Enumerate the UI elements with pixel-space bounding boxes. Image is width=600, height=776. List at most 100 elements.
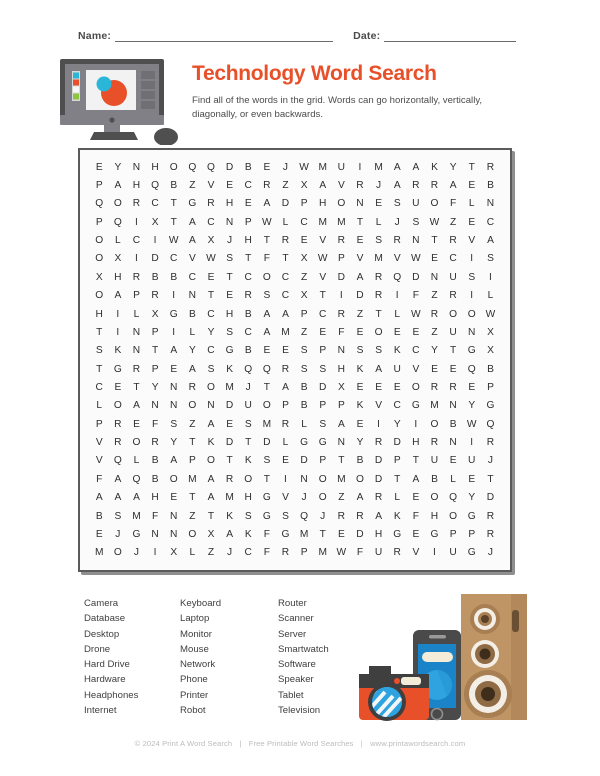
grid-cell[interactable]: J xyxy=(481,544,500,562)
grid-cell[interactable]: Q xyxy=(444,488,463,506)
grid-cell[interactable]: B xyxy=(146,268,165,286)
grid-cell[interactable]: R xyxy=(202,195,221,213)
grid-cell[interactable]: G xyxy=(165,305,184,323)
grid-cell[interactable]: G xyxy=(314,433,333,451)
grid-cell[interactable]: R xyxy=(388,231,407,249)
grid-cell[interactable]: E xyxy=(463,470,482,488)
grid-cell[interactable]: X xyxy=(202,231,221,249)
grid-cell[interactable]: G xyxy=(258,488,277,506)
grid-cell[interactable]: D xyxy=(314,378,333,396)
grid-cell[interactable]: E xyxy=(220,415,239,433)
grid-cell[interactable]: E xyxy=(351,378,370,396)
grid-cell[interactable]: L xyxy=(183,323,202,341)
grid-cell[interactable]: N xyxy=(165,397,184,415)
grid-cell[interactable]: X xyxy=(295,176,314,194)
grid-cell[interactable]: A xyxy=(314,176,333,194)
grid-cell[interactable]: L xyxy=(369,213,388,231)
grid-cell[interactable]: P xyxy=(146,360,165,378)
grid-cell[interactable]: R xyxy=(127,360,146,378)
grid-cell[interactable]: T xyxy=(463,158,482,176)
word-list-item[interactable]: Database xyxy=(84,611,180,626)
grid-cell[interactable]: D xyxy=(481,488,500,506)
grid-cell[interactable]: N xyxy=(165,507,184,525)
grid-cell[interactable]: R xyxy=(127,268,146,286)
grid-cell[interactable]: X xyxy=(109,250,128,268)
grid-cell[interactable]: M xyxy=(332,470,351,488)
grid-cell[interactable]: O xyxy=(258,397,277,415)
grid-cell[interactable]: W xyxy=(407,250,426,268)
grid-cell[interactable]: B xyxy=(183,305,202,323)
grid-cell[interactable]: I xyxy=(276,470,295,488)
grid-cell[interactable]: P xyxy=(314,452,333,470)
grid-cell[interactable]: R xyxy=(425,378,444,396)
grid-cell[interactable]: S xyxy=(481,250,500,268)
name-input-line[interactable] xyxy=(115,31,334,42)
grid-cell[interactable]: D xyxy=(220,397,239,415)
grid-cell[interactable]: S xyxy=(369,342,388,360)
grid-cell[interactable]: Q xyxy=(295,507,314,525)
grid-cell[interactable]: N xyxy=(127,342,146,360)
grid-cell[interactable]: W xyxy=(332,544,351,562)
grid-cell[interactable]: Z xyxy=(295,323,314,341)
grid-cell[interactable]: C xyxy=(276,268,295,286)
grid-cell[interactable]: R xyxy=(127,195,146,213)
grid-cell[interactable]: R xyxy=(109,415,128,433)
grid-cell[interactable]: Z xyxy=(332,488,351,506)
grid-cell[interactable]: X xyxy=(295,287,314,305)
grid-cell[interactable]: H xyxy=(109,268,128,286)
grid-cell[interactable]: K xyxy=(351,397,370,415)
grid-cell[interactable]: N xyxy=(165,378,184,396)
grid-cell[interactable]: N xyxy=(202,397,221,415)
grid-cell[interactable]: M xyxy=(220,488,239,506)
grid-cell[interactable]: N xyxy=(220,213,239,231)
grid-cell[interactable]: D xyxy=(351,287,370,305)
grid-cell[interactable]: J xyxy=(127,544,146,562)
grid-cell[interactable]: D xyxy=(295,452,314,470)
grid-cell[interactable]: C xyxy=(146,195,165,213)
grid-cell[interactable]: M xyxy=(369,250,388,268)
word-list-item[interactable]: Desktop xyxy=(84,627,180,642)
grid-cell[interactable]: O xyxy=(444,507,463,525)
grid-cell[interactable]: H xyxy=(369,525,388,543)
grid-cell[interactable]: F xyxy=(444,195,463,213)
grid-cell[interactable]: T xyxy=(239,250,258,268)
grid-cell[interactable]: R xyxy=(369,287,388,305)
grid-cell[interactable]: V xyxy=(90,433,109,451)
grid-cell[interactable]: E xyxy=(276,452,295,470)
grid-cell[interactable]: T xyxy=(276,250,295,268)
grid-cell[interactable]: I xyxy=(369,415,388,433)
grid-cell[interactable]: M xyxy=(295,525,314,543)
grid-cell[interactable]: F xyxy=(90,470,109,488)
grid-cell[interactable]: A xyxy=(276,305,295,323)
grid-cell[interactable]: O xyxy=(425,195,444,213)
grid-cell[interactable]: B xyxy=(165,268,184,286)
grid-cell[interactable]: P xyxy=(295,544,314,562)
grid-cell[interactable]: E xyxy=(258,342,277,360)
grid-cell[interactable]: T xyxy=(407,452,426,470)
grid-cell[interactable]: G xyxy=(481,397,500,415)
grid-cell[interactable]: E xyxy=(314,323,333,341)
grid-cell[interactable]: V xyxy=(314,231,333,249)
grid-cell[interactable]: V xyxy=(90,452,109,470)
grid-cell[interactable]: G xyxy=(127,525,146,543)
grid-cell[interactable]: C xyxy=(202,213,221,231)
grid-cell[interactable]: G xyxy=(183,195,202,213)
grid-cell[interactable]: U xyxy=(369,544,388,562)
grid-cell[interactable]: N xyxy=(407,231,426,249)
grid-cell[interactable]: Z xyxy=(276,176,295,194)
grid-cell[interactable]: W xyxy=(481,305,500,323)
grid-cell[interactable]: B xyxy=(425,470,444,488)
grid-cell[interactable]: R xyxy=(369,488,388,506)
grid-cell[interactable]: U xyxy=(425,452,444,470)
grid-cell[interactable]: X xyxy=(165,544,184,562)
grid-cell[interactable]: D xyxy=(258,433,277,451)
word-list-item[interactable]: Mouse xyxy=(180,642,278,657)
word-list-item[interactable]: Drone xyxy=(84,642,180,657)
grid-cell[interactable]: A xyxy=(444,176,463,194)
grid-cell[interactable]: C xyxy=(183,268,202,286)
grid-cell[interactable]: V xyxy=(407,544,426,562)
grid-cell[interactable]: A xyxy=(183,231,202,249)
grid-cell[interactable]: C xyxy=(276,287,295,305)
grid-cell[interactable]: I xyxy=(109,305,128,323)
grid-cell[interactable]: N xyxy=(127,323,146,341)
